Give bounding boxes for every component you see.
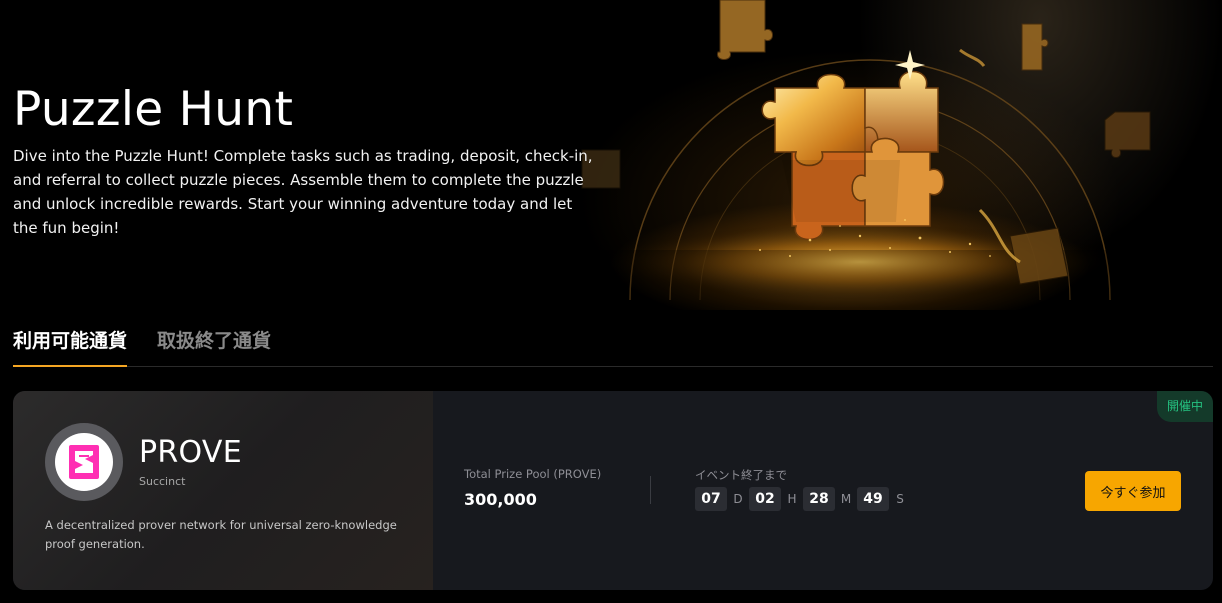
event-card[interactable]: PROVE Succinct A decentralized prover ne… <box>13 391 1213 590</box>
countdown-seconds: 49 <box>857 487 889 511</box>
page-title: Puzzle Hunt <box>13 82 294 137</box>
countdown-label: イベント終了まで <box>695 468 787 482</box>
currency-tabs: 利用可能通貨 取扱終了通貨 <box>13 318 1213 367</box>
countdown-seconds-unit: S <box>896 492 904 506</box>
token-project-name: Succinct <box>139 475 186 488</box>
tab-delisted-currencies[interactable]: 取扱終了通貨 <box>157 328 271 365</box>
prize-pool-value: 300,000 <box>464 490 537 509</box>
puzzle-hunt-page: Puzzle Hunt Dive into the Puzzle Hunt! C… <box>0 0 1222 603</box>
divider <box>650 476 651 504</box>
token-info-panel: PROVE Succinct A decentralized prover ne… <box>13 391 433 590</box>
countdown-minutes-unit: M <box>840 492 852 506</box>
countdown-days-unit: D <box>733 492 743 506</box>
tab-available-currencies[interactable]: 利用可能通貨 <box>13 328 128 367</box>
countdown-days: 07 <box>695 487 727 511</box>
countdown-timer: 07 D 02 H 28 M 49 S <box>695 487 911 511</box>
hero-description: Dive into the Puzzle Hunt! Complete task… <box>13 147 593 237</box>
token-name: PROVE <box>139 435 242 470</box>
countdown-hours-unit: H <box>787 492 797 506</box>
join-now-button[interactable]: 今すぐ参加 <box>1085 471 1181 511</box>
prize-pool-label: Total Prize Pool (PROVE) <box>464 467 602 481</box>
puzzle-illustration-icon <box>560 0 1220 310</box>
succinct-logo-icon <box>69 445 99 479</box>
countdown-hours: 02 <box>749 487 781 511</box>
countdown-minutes: 28 <box>803 487 835 511</box>
status-badge: 開催中 <box>1157 391 1213 422</box>
token-logo <box>45 423 123 501</box>
token-description: A decentralized prover network for unive… <box>45 518 397 551</box>
hero-banner: Puzzle Hunt Dive into the Puzzle Hunt! C… <box>0 0 1222 310</box>
